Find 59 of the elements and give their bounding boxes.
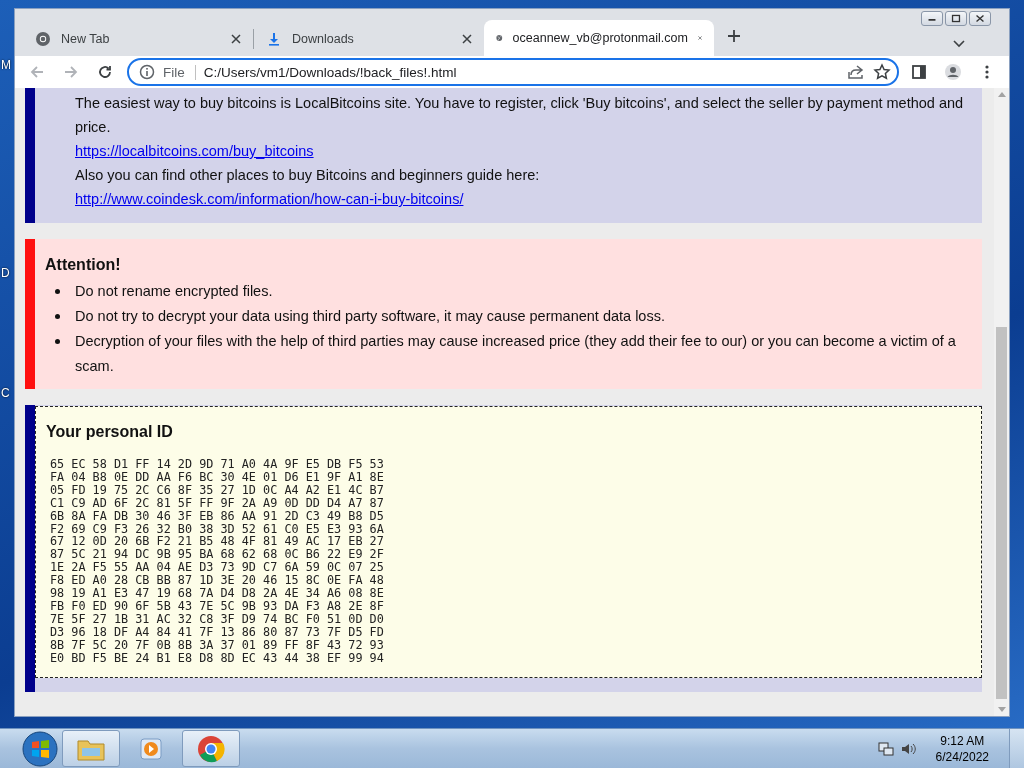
desktop-icon-label[interactable]: D	[1, 266, 10, 280]
hex-line: 98 19 A1 E3 47 19 68 7A D4 D8 2A 4E 34 A6 08 8E	[50, 587, 384, 600]
close-icon[interactable]	[462, 34, 472, 44]
star-icon[interactable]	[873, 63, 891, 81]
maximize-button[interactable]	[945, 11, 967, 26]
caret-icon[interactable]	[953, 40, 965, 48]
hex-line: 7E 5F 27 1B 31 AC 32 C8 3F D9 74 BC F0 51 0D D0	[50, 612, 384, 626]
link[interactable]: https://localbitcoins.com/buy_bitcoins	[75, 139, 314, 163]
chrome-icon	[35, 31, 51, 47]
hex-line: FB F0 ED 90 6F 5B 43 7E 5C 9B 93 DA F3 A8 2E 8F	[50, 599, 384, 613]
chrome-icon	[196, 733, 226, 764]
list-item-text: Do not try to decrypt your data using third party software, it may cause permanent data loss.	[75, 307, 665, 326]
hex-line: D3 96 18 DF A4 84 41 7F 13 86 80 87 73 7F D5 FD	[50, 625, 384, 639]
info-icon[interactable]	[139, 64, 155, 80]
browser-tab[interactable]: Downloads	[254, 22, 484, 56]
clock[interactable]: 9:12 AM 6/24/2022	[935, 732, 989, 765]
list-item-text: Decryption of your files with the help of third parties may cause increased price (they add their fee to our) or you can become a victim of a scam.	[75, 332, 957, 376]
address-bar[interactable]: File C:/Users/vm1/Downloads/!back_files!.html	[127, 58, 899, 86]
hex-line: 8B 7F 5C 20 7F 0B 8B 3A 37 01 89 FF 8F 43 72 93	[50, 638, 384, 652]
url-text: C:/Users/vm1/Downloads/!back_files!.html	[203, 64, 458, 80]
start-button[interactable]	[21, 729, 59, 768]
bullet-icon	[55, 339, 60, 344]
bullet-icon	[55, 314, 60, 319]
scheme-label: File	[163, 64, 196, 80]
hex-line: 6B 8A FA DB 30 46 3F EB 86 AA 91 2D C3 49 B8 D5	[50, 509, 384, 523]
close-icon[interactable]	[231, 34, 241, 44]
hex-line: 87 5C 21 94 DC 9B 95 BA 68 62 68 0C B6 22 E9 2F	[50, 548, 384, 562]
hex-line: C1 C9 AD 6F 2C 81 5F FF 9F 2A A9 0D DD D4 A7 87	[50, 496, 384, 510]
hex-line: 65 EC 58 D1 FF 14 2D 9D 71 A0 4A 9F E5 DB F5 53	[50, 458, 384, 471]
sidebar-icon[interactable]	[910, 63, 928, 81]
desktop-icon-label[interactable]: M	[1, 58, 11, 72]
bullet-icon	[55, 289, 60, 294]
paragraph: Also you can find other places to buy Bitcoins and beginners guide here:	[75, 166, 541, 185]
share-icon[interactable]	[847, 64, 865, 80]
hex-line: F2 69 C9 F3 26 32 B0 38 3D 52 61 C0 E5 E3 93 6A	[50, 522, 384, 536]
browser-tab[interactable]: New Tab	[23, 22, 253, 56]
new-tab-icon[interactable]	[727, 29, 741, 43]
hex-line: FA 04 B8 0E DD AA F6 BC 30 4E 01 D6 E1 9F A1 8E	[50, 470, 384, 484]
media-player-icon	[137, 735, 165, 762]
list-item-text: Do not rename encrypted files.	[75, 282, 273, 301]
id-title: Your personal ID	[46, 422, 174, 442]
hex-line: 05 FD 19 75 2C C6 8F 35 27 1D 0C A4 A2 E1 4C B7	[50, 483, 384, 497]
attention-title: Attention!	[45, 255, 122, 275]
hex-line: 1E 2A F5 55 AA 04 AE D3 73 9D C7 6A 59 0C 07 25	[50, 561, 384, 575]
download-icon	[266, 31, 282, 47]
paragraph: The easiest way to buy bitcoins is LocalBitcoins site. You have to register, click 'Buy bitcoins', and select the seller by payment method and price.	[75, 94, 965, 137]
browser-tab[interactable]: oceannew_vb@protonmail.com	[484, 20, 714, 56]
desktop-icon-label[interactable]: C	[1, 386, 10, 400]
taskbar-button[interactable]	[182, 730, 240, 767]
reload-icon[interactable]	[96, 63, 114, 81]
network-icon[interactable]	[877, 740, 894, 757]
scrollbar-thumb[interactable]	[996, 327, 1007, 699]
minimize-button[interactable]	[921, 11, 943, 26]
hex-line: 67 12 0D 20 6B F2 21 B5 48 4F 81 49 AC 17 EB 27	[50, 535, 384, 549]
close-button[interactable]	[969, 11, 991, 26]
profile-icon[interactable]	[944, 63, 962, 81]
hex-line: F8 ED A0 28 CB BB 87 1D 3E 20 46 15 8C 0E FA 48	[50, 574, 384, 588]
link[interactable]: http://www.coindesk.com/information/how-can-i-buy-bitcoins/	[75, 187, 464, 211]
hex-line: E0 BD F5 BE 24 B1 E8 D8 8D EC 43 44 38 EF 99 94	[50, 651, 384, 665]
